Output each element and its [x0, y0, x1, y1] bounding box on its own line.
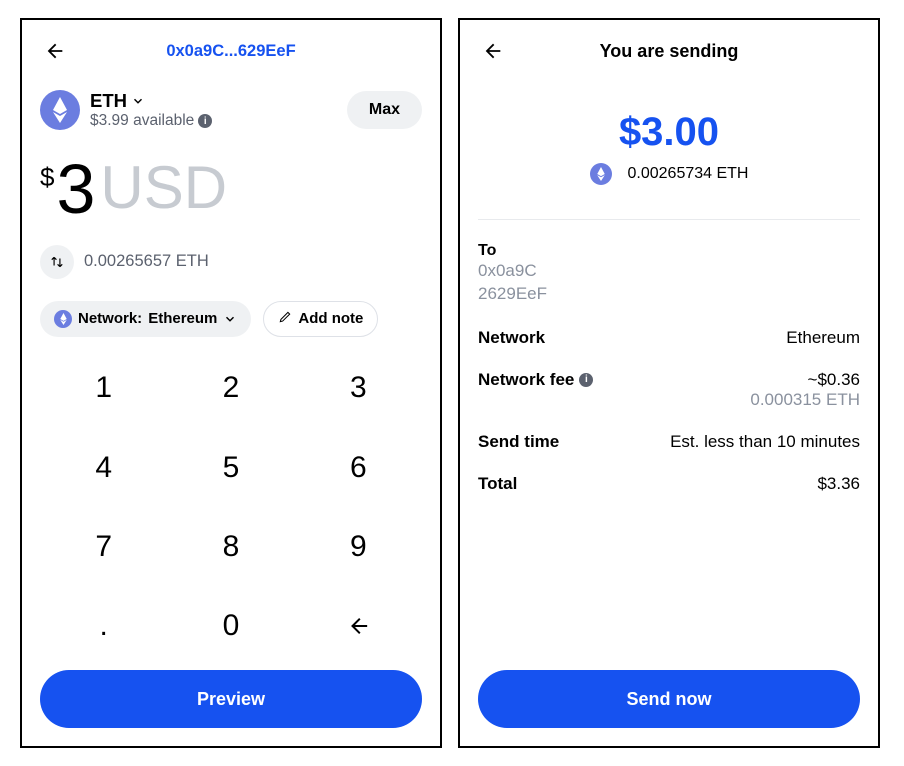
max-button[interactable]: Max — [347, 91, 422, 129]
key-1[interactable]: 1 — [40, 349, 167, 428]
destination-address[interactable]: 0x0a9C...629EeF — [68, 42, 394, 61]
amount-value: 3 — [56, 156, 94, 223]
key-2[interactable]: 2 — [167, 349, 294, 428]
key-6[interactable]: 6 — [295, 428, 422, 507]
amount-currency: USD — [100, 156, 227, 219]
asset-selector[interactable]: ETH — [90, 90, 212, 112]
network-row: Network Ethereum — [478, 328, 860, 348]
send-entry-screen: 0x0a9C...629EeF ETH $3.99 available i Ma… — [20, 18, 442, 748]
eth-icon — [40, 90, 80, 130]
currency-symbol: $ — [40, 162, 54, 193]
back-arrow-icon — [44, 41, 64, 61]
key-7[interactable]: 7 — [40, 507, 167, 586]
key-3[interactable]: 3 — [295, 349, 422, 428]
to-label: To — [478, 242, 860, 260]
key-dot[interactable]: . — [40, 587, 167, 666]
amount-eth-row: 0.00265734 ETH — [478, 163, 860, 185]
key-5[interactable]: 5 — [167, 428, 294, 507]
info-icon[interactable]: i — [579, 373, 593, 387]
preview-button[interactable]: Preview — [40, 670, 422, 728]
swap-icon — [50, 255, 64, 269]
key-4[interactable]: 4 — [40, 428, 167, 507]
available-balance: $3.99 available i — [90, 112, 212, 130]
add-note-button[interactable]: Add note — [263, 301, 378, 337]
send-time-row: Send time Est. less than 10 minutes — [478, 432, 860, 452]
fee-row: Network fee i ~$0.36 0.000315 ETH — [478, 370, 860, 410]
eth-mini-icon — [54, 310, 72, 328]
key-0[interactable]: 0 — [167, 587, 294, 666]
network-value: Ethereum — [786, 328, 860, 348]
key-9[interactable]: 9 — [295, 507, 422, 586]
header: 0x0a9C...629EeF — [40, 34, 422, 68]
amount-display: $ 3 USD — [40, 156, 422, 223]
fee-label: Network fee i — [478, 370, 593, 390]
chevron-down-icon — [131, 94, 145, 108]
options-row: Network: Ethereum Add note — [40, 301, 422, 337]
send-confirm-screen: You are sending $3.00 0.00265734 ETH To … — [458, 18, 880, 748]
numeric-keypad: 1 2 3 4 5 6 7 8 9 . 0 — [40, 349, 422, 667]
total-label: Total — [478, 474, 517, 494]
divider — [478, 219, 860, 220]
amount-eth: 0.00265734 ETH — [628, 165, 749, 183]
swap-currency-button[interactable] — [40, 245, 74, 279]
fee-eth: 0.000315 ETH — [750, 390, 860, 410]
to-row: To 0x0a9C 2629EeF — [478, 242, 860, 306]
total-row: Total $3.36 — [478, 474, 860, 494]
send-time-label: Send time — [478, 432, 559, 452]
converted-row: 0.00265657 ETH — [40, 245, 422, 279]
key-backspace[interactable] — [295, 587, 422, 666]
asset-symbol: ETH — [90, 90, 127, 112]
chevron-down-icon — [223, 312, 237, 326]
details: To 0x0a9C 2629EeF Network Ethereum Netwo… — [478, 242, 860, 670]
asset-row: ETH $3.99 available i Max — [40, 90, 422, 130]
header: You are sending — [478, 34, 860, 68]
amount-summary: $3.00 0.00265734 ETH — [478, 110, 860, 185]
key-8[interactable]: 8 — [167, 507, 294, 586]
amount-usd: $3.00 — [478, 110, 860, 155]
pencil-icon — [278, 310, 292, 328]
network-label: Network — [478, 328, 545, 348]
info-icon[interactable]: i — [198, 114, 212, 128]
send-time-value: Est. less than 10 minutes — [670, 432, 860, 452]
total-value: $3.36 — [817, 474, 860, 494]
back-button[interactable] — [40, 37, 68, 65]
send-now-button[interactable]: Send now — [478, 670, 860, 728]
network-selector[interactable]: Network: Ethereum — [40, 301, 251, 337]
converted-amount: 0.00265657 ETH — [84, 252, 209, 271]
to-address: 0x0a9C 2629EeF — [478, 260, 860, 306]
page-title: You are sending — [478, 41, 860, 62]
eth-icon — [590, 163, 612, 185]
fee-usd: ~$0.36 — [808, 370, 860, 390]
backspace-arrow-icon — [347, 615, 369, 637]
